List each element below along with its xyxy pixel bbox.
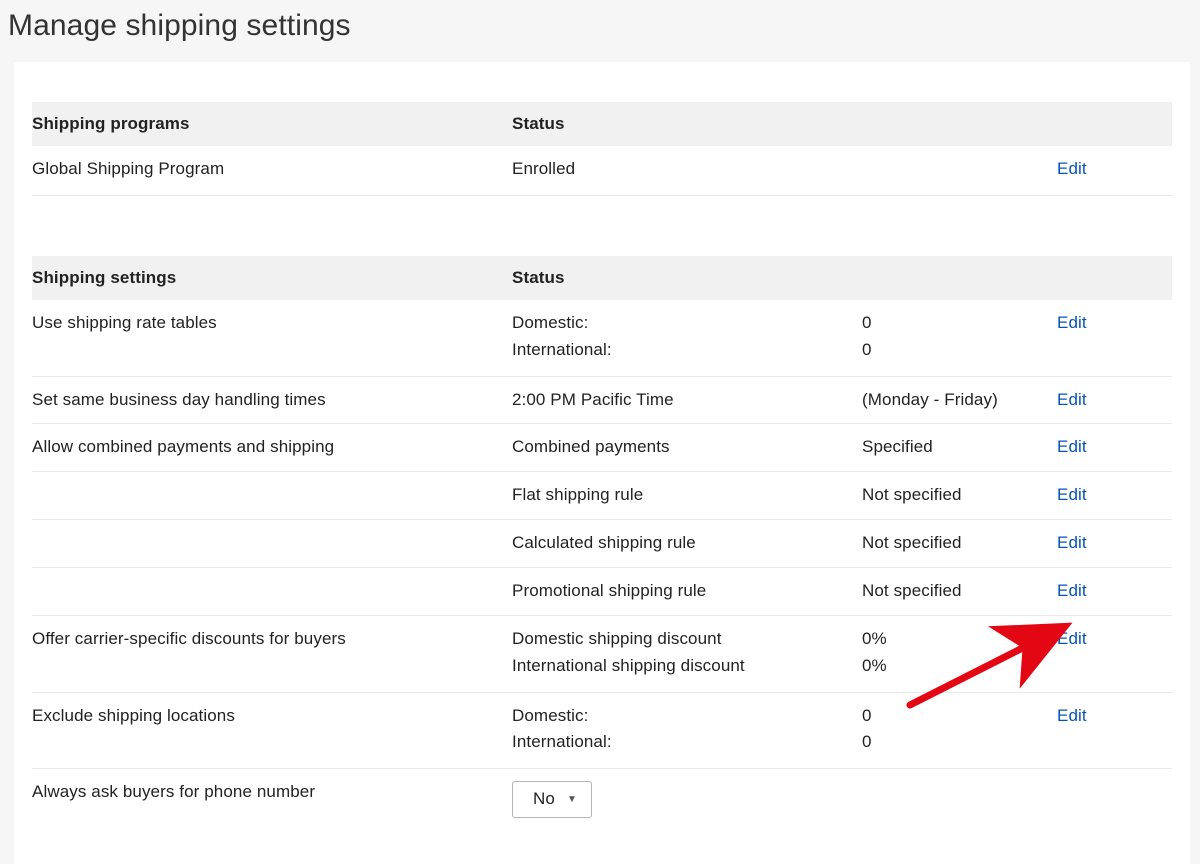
edit-link-combined-0[interactable]: Edit <box>1057 437 1087 456</box>
rate-tables-value-intl: 0 <box>862 337 1057 364</box>
discounts-value: 0% 0% <box>862 626 1057 680</box>
combined-row-3: Promotional shipping rule Not specified … <box>32 568 1172 616</box>
rate-tables-value: 0 0 <box>862 310 1057 364</box>
edit-link-combined-2[interactable]: Edit <box>1057 533 1087 552</box>
discounts-value-intl: 0% <box>862 653 1057 680</box>
discounts-status: Domestic shipping discount International… <box>512 626 862 680</box>
page-title: Manage shipping settings <box>0 0 1200 44</box>
exclude-status-domestic: Domestic: <box>512 703 862 730</box>
rate-tables-row: Use shipping rate tables Domestic: Inter… <box>32 300 1172 377</box>
edit-link-rate-tables[interactable]: Edit <box>1057 313 1087 332</box>
combined-row-1: Flat shipping rule Not specified Edit <box>32 472 1172 520</box>
program-row: Global Shipping Program Enrolled Edit <box>32 146 1172 196</box>
programs-header-status: Status <box>512 114 862 134</box>
discounts-row: Offer carrier-specific discounts for buy… <box>32 616 1172 693</box>
exclude-label: Exclude shipping locations <box>32 703 512 757</box>
combined-value-3: Not specified <box>862 578 1057 605</box>
phone-row: Always ask buyers for phone number No ▼ <box>32 769 1172 829</box>
combined-row-0: Allow combined payments and shipping Com… <box>32 424 1172 472</box>
settings-header-status: Status <box>512 268 862 288</box>
discounts-label: Offer carrier-specific discounts for buy… <box>32 626 512 680</box>
combined-label: Allow combined payments and shipping <box>32 434 512 461</box>
combined-value-1: Not specified <box>862 482 1057 509</box>
handling-times-status: 2:00 PM Pacific Time <box>512 387 862 414</box>
rate-tables-status: Domestic: International: <box>512 310 862 364</box>
exclude-value-intl: 0 <box>862 729 1057 756</box>
settings-header-row: Shipping settings Status <box>32 256 1172 300</box>
discounts-status-intl: International shipping discount <box>512 653 862 680</box>
edit-link-combined-3[interactable]: Edit <box>1057 581 1087 600</box>
programs-header-name: Shipping programs <box>32 114 512 134</box>
programs-header-row: Shipping programs Status <box>32 102 1172 146</box>
handling-times-label: Set same business day handling times <box>32 387 512 414</box>
handling-times-value: (Monday - Friday) <box>862 387 1057 414</box>
phone-select-value: No <box>533 789 555 809</box>
rate-tables-status-intl: International: <box>512 337 862 364</box>
combined-status-1: Flat shipping rule <box>512 482 862 509</box>
combined-status-2: Calculated shipping rule <box>512 530 862 557</box>
program-name: Global Shipping Program <box>32 156 512 183</box>
discounts-value-domestic: 0% <box>862 626 1057 653</box>
settings-header-name: Shipping settings <box>32 268 512 288</box>
settings-card: Shipping programs Status Global Shipping… <box>14 62 1190 864</box>
edit-link-exclude[interactable]: Edit <box>1057 706 1087 725</box>
rate-tables-status-domestic: Domestic: <box>512 310 862 337</box>
exclude-status-intl: International: <box>512 729 862 756</box>
edit-link-handling[interactable]: Edit <box>1057 390 1087 409</box>
handling-times-row: Set same business day handling times 2:0… <box>32 377 1172 425</box>
combined-value-0: Specified <box>862 434 1057 461</box>
combined-status-0: Combined payments <box>512 434 862 461</box>
edit-link-program[interactable]: Edit <box>1057 159 1087 178</box>
combined-status-3: Promotional shipping rule <box>512 578 862 605</box>
rate-tables-value-domestic: 0 <box>862 310 1057 337</box>
edit-link-combined-1[interactable]: Edit <box>1057 485 1087 504</box>
combined-row-2: Calculated shipping rule Not specified E… <box>32 520 1172 568</box>
discounts-status-domestic: Domestic shipping discount <box>512 626 862 653</box>
chevron-down-icon: ▼ <box>567 794 577 806</box>
edit-link-discounts[interactable]: Edit <box>1057 629 1087 648</box>
phone-select[interactable]: No ▼ <box>512 781 592 817</box>
exclude-value-domestic: 0 <box>862 703 1057 730</box>
exclude-row: Exclude shipping locations Domestic: Int… <box>32 693 1172 770</box>
rate-tables-label: Use shipping rate tables <box>32 310 512 364</box>
exclude-status: Domestic: International: <box>512 703 862 757</box>
exclude-value: 0 0 <box>862 703 1057 757</box>
program-status: Enrolled <box>512 156 862 183</box>
combined-value-2: Not specified <box>862 530 1057 557</box>
phone-label: Always ask buyers for phone number <box>32 779 512 817</box>
